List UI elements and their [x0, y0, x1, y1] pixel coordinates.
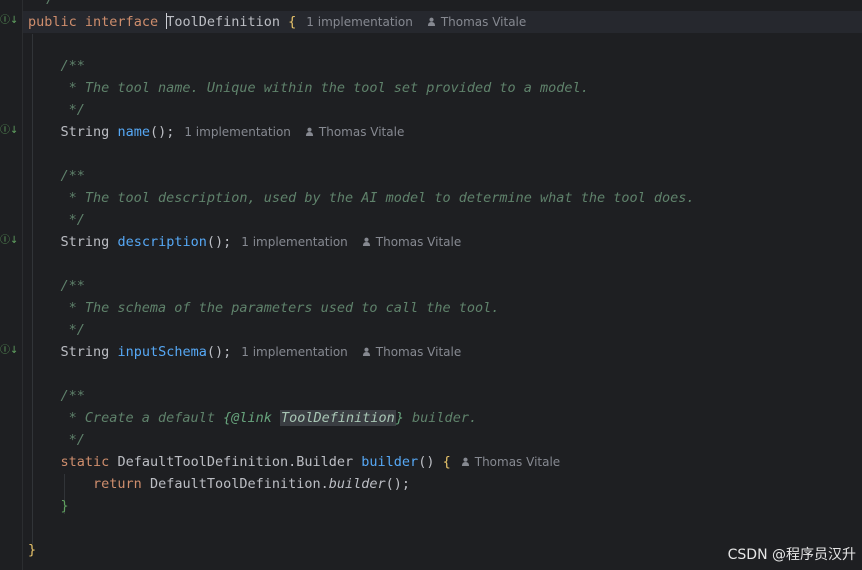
code-line: * The tool name. Unique within the tool …	[60, 80, 589, 96]
method-input-schema[interactable]: inputSchema	[117, 344, 206, 360]
code-line: /**	[60, 278, 85, 294]
implemented-icon[interactable]: Ⓘ↓	[0, 124, 18, 138]
inlay-hint[interactable]: 1 implementation Thomas Vitale	[184, 125, 404, 139]
inlay-hint[interactable]: Thomas Vitale	[461, 455, 560, 469]
doc-link-reference[interactable]: ToolDefinition	[279, 410, 396, 426]
code-line: * Create a default {@link ToolDefinition…	[60, 410, 478, 426]
person-icon	[305, 127, 313, 136]
code-line-builder: static DefaultToolDefinition.Builder bui…	[60, 454, 561, 470]
code-line: /**	[60, 388, 85, 404]
code-line-interface: public interface ToolDefinition {1 imple…	[23, 11, 862, 33]
inlay-hint[interactable]: 1 implementation Thomas Vitale	[241, 235, 461, 249]
code-line: */	[68, 212, 85, 228]
inlay-hint[interactable]: 1 implementation Thomas Vitale	[241, 345, 461, 359]
code-line: */	[68, 102, 85, 118]
method-description[interactable]: description	[117, 234, 206, 250]
implemented-icon[interactable]: Ⓘ↓	[0, 14, 18, 28]
code-line: */	[68, 432, 85, 448]
code-line: * The schema of the parameters used to c…	[60, 300, 500, 316]
csdn-watermark: CSDN @程序员汉升	[727, 547, 856, 563]
code-line-name: String name(); 1 implementation Thomas Vit…	[60, 124, 405, 140]
code-line-description: String description(); 1 implementation Tho…	[60, 234, 462, 250]
method-name[interactable]: name	[117, 124, 150, 140]
code-line-input-schema: String inputSchema(); 1 implementation Tho…	[60, 344, 462, 360]
person-icon	[427, 17, 435, 26]
person-icon	[461, 457, 469, 466]
code-line: }	[60, 498, 69, 514]
code-line: /**	[60, 58, 85, 74]
code-line-return: return DefaultToolDefinition.builder();	[93, 476, 411, 492]
code-line: */	[28, 0, 54, 10]
code-line-closing: }	[28, 542, 37, 558]
person-icon	[362, 237, 370, 246]
editor-gutter: Ⓘ↓ Ⓘ↓ Ⓘ↓ Ⓘ↓	[0, 0, 22, 570]
interface-name[interactable]: ToolDefinition	[166, 14, 280, 30]
implemented-icon[interactable]: Ⓘ↓	[0, 234, 18, 248]
code-line: */	[68, 322, 85, 338]
code-editor[interactable]: */ public interface ToolDefinition {1 im…	[23, 0, 862, 570]
code-line: * The tool description, used by the AI m…	[60, 190, 695, 206]
code-line: /**	[60, 168, 85, 184]
inlay-hint[interactable]: 1 implementation Thomas Vitale	[306, 15, 526, 29]
person-icon	[362, 347, 370, 356]
method-builder[interactable]: builder	[361, 454, 418, 470]
implemented-icon[interactable]: Ⓘ↓	[0, 344, 18, 358]
